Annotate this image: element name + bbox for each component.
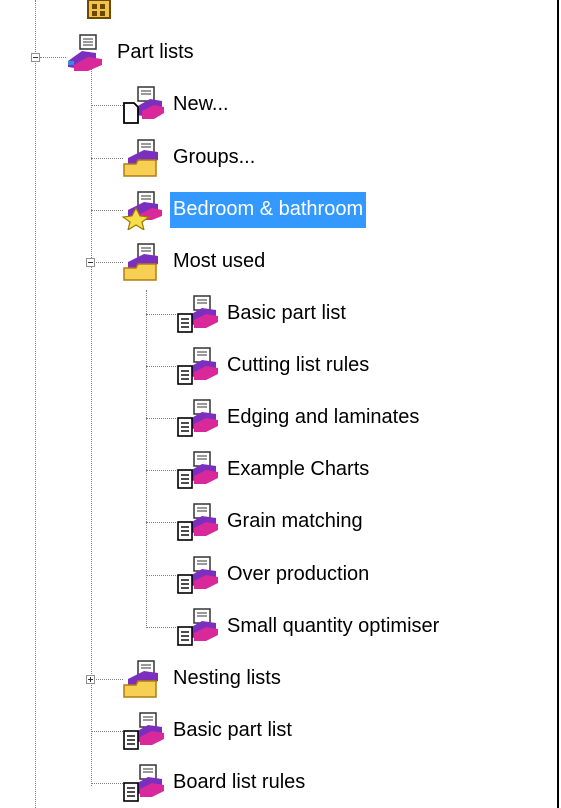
- tree-node-label: New...: [173, 93, 229, 115]
- tree-node-grain-matching[interactable]: Grain matching: [176, 502, 366, 542]
- tree-guide: [146, 366, 176, 367]
- part-list-icon: [177, 295, 218, 333]
- part-list-icon: [177, 503, 218, 541]
- tree-node-label: Small quantity optimiser: [227, 615, 440, 637]
- tree-node-basic-part-list-top[interactable]: Basic part list: [122, 711, 295, 751]
- tree-node-label: Basic part list: [173, 719, 292, 741]
- tree-guide: [146, 290, 147, 628]
- tree-node-groups[interactable]: Groups...: [122, 138, 258, 178]
- tree-guide: [91, 105, 123, 106]
- part-list-icon: [177, 451, 218, 489]
- tree-node-edging-and-laminates[interactable]: Edging and laminates: [176, 398, 422, 438]
- new-document-icon: [123, 86, 164, 124]
- part-list-icon: [177, 556, 218, 594]
- part-list-icon: [177, 347, 218, 385]
- tree-node-label: Most used: [173, 250, 266, 272]
- tree-node-new[interactable]: New...: [122, 85, 232, 125]
- tree-guide: [91, 783, 123, 784]
- tree-node-cutting-list-rules[interactable]: Cutting list rules: [176, 346, 372, 386]
- tree-node-board-list-rules[interactable]: Board list rules: [122, 763, 308, 803]
- tree-node-label: Board list rules: [173, 771, 306, 793]
- part-list-icon: [123, 712, 164, 750]
- folder-icon: [123, 660, 158, 698]
- tree-guide: [146, 575, 176, 576]
- tree-node-nesting-lists[interactable]: Nesting lists: [122, 659, 284, 699]
- tree-node-basic-part-list[interactable]: Basic part list: [176, 294, 349, 334]
- tree-node-label: Nesting lists: [173, 667, 281, 689]
- folder-icon: [123, 243, 158, 281]
- tree-guide: [91, 210, 123, 211]
- folder-icon: [123, 139, 158, 177]
- tree-guide: [96, 262, 123, 263]
- tree-node-example-charts[interactable]: Example Charts: [176, 450, 372, 490]
- part-list-icon: [123, 764, 164, 802]
- tree-node-part-lists[interactable]: Part lists: [66, 33, 197, 73]
- tree-node-label: Bedroom & bathroom: [170, 192, 367, 228]
- tree-node-label: Cutting list rules: [227, 354, 370, 376]
- tree-guide: [35, 0, 36, 808]
- part-list-icon: [177, 608, 218, 646]
- tree-node-label: Edging and laminates: [227, 406, 420, 428]
- partial-node-icon: [87, 0, 111, 19]
- tree-guide: [96, 679, 123, 680]
- tree-node-label: Groups...: [173, 146, 256, 168]
- tree-node-label: Example Charts: [227, 458, 370, 480]
- tree-node-most-used[interactable]: Most used: [122, 242, 268, 282]
- nesting-lists-expand-toggle[interactable]: [86, 675, 95, 684]
- tree-node-label: Basic part list: [227, 302, 346, 324]
- part-list-icon: [177, 399, 218, 437]
- tree-guide: [40, 57, 66, 58]
- favourite-star-icon: [122, 191, 162, 230]
- tree-guide: [146, 522, 176, 523]
- tree-guide: [146, 418, 176, 419]
- most-used-collapse-toggle[interactable]: [86, 258, 95, 267]
- root-collapse-toggle[interactable]: [31, 53, 40, 62]
- tree-guide: [146, 314, 176, 315]
- tree-panel: Part lists New... Groups... Bedroom & ba…: [0, 0, 559, 808]
- tree-node-bedroom-bathroom[interactable]: Bedroom & bathroom: [122, 190, 367, 230]
- tree-node-label: Grain matching: [227, 510, 363, 532]
- tree-node-over-production[interactable]: Over production: [176, 555, 372, 595]
- tree-node-small-quantity-optimiser[interactable]: Small quantity optimiser: [176, 607, 442, 647]
- tree-guide: [91, 158, 123, 159]
- tree-guide: [91, 731, 123, 732]
- tree-guide: [146, 470, 176, 471]
- tree-node-label: Part lists: [117, 41, 194, 63]
- tree-guide: [146, 627, 176, 628]
- part-list-group-icon: [68, 34, 102, 71]
- tree-node-label: Over production: [227, 563, 370, 585]
